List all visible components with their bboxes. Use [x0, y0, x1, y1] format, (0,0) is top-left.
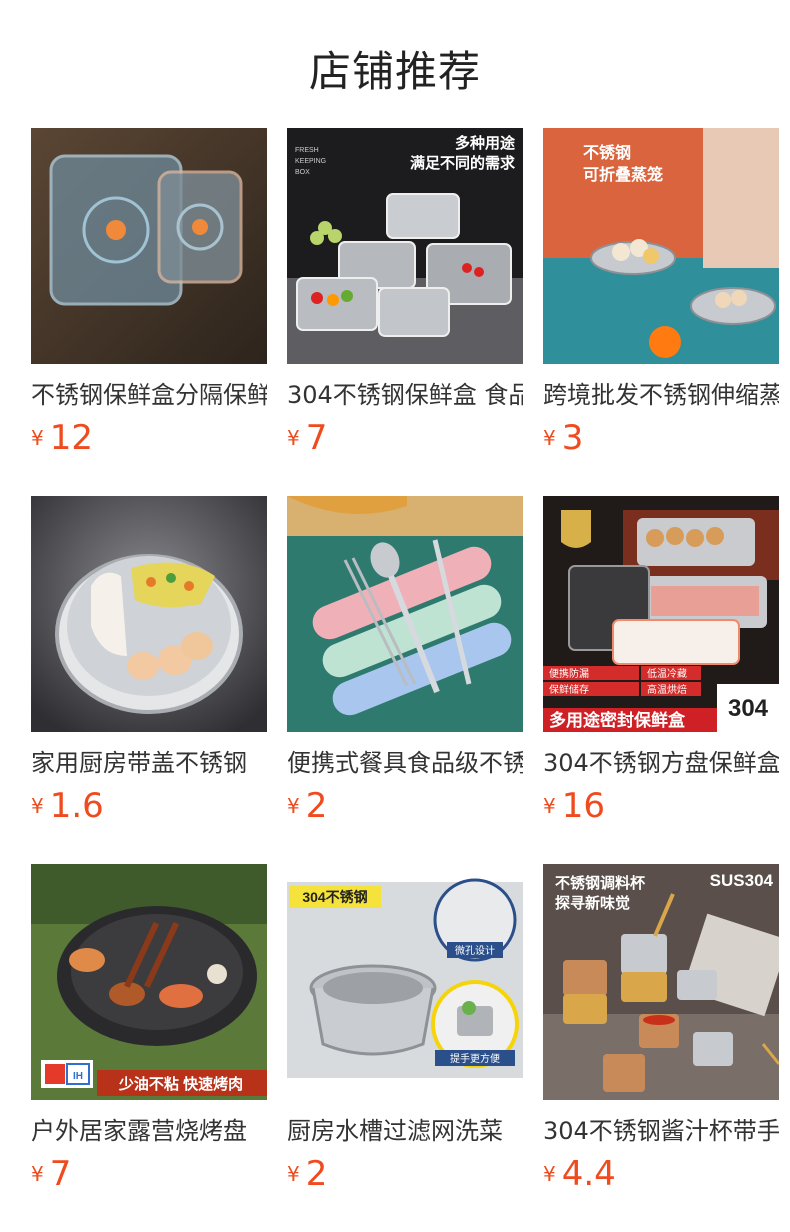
product-card[interactable]: 便携防漏 低温冷藏 保鲜储存 高温烘焙 多用途密封保鲜盒 304 304不锈钢方… [543, 496, 779, 836]
section-title: 店铺推荐 [308, 47, 481, 96]
image-caption: 保鲜储存 [549, 683, 589, 696]
image-caption: FRESH [295, 147, 319, 154]
product-price: ¥7 [287, 418, 523, 458]
image-caption: 探寻新味觉 [555, 894, 630, 912]
image-caption: IH [73, 1071, 83, 1082]
product-image[interactable]: IH 少油不粘 快速烤肉 [31, 864, 267, 1100]
product-price: ¥7 [31, 1154, 267, 1194]
image-caption: 微孔设计 [455, 944, 495, 957]
product-price: ¥12 [31, 418, 267, 458]
product-name[interactable]: 厨房水槽过滤网洗菜 [287, 1116, 523, 1146]
image-caption: SUS304 [710, 871, 774, 890]
price-value: 7 [49, 1154, 72, 1194]
product-name[interactable]: 304不锈钢酱汁杯带手 [543, 1116, 779, 1146]
image-caption: 可折叠蒸笼 [583, 165, 663, 184]
product-card[interactable]: 不锈钢 可折叠蒸笼 跨境批发不锈钢伸缩蒸 ¥3 [543, 128, 779, 468]
product-image[interactable]: 不锈钢 可折叠蒸笼 [543, 128, 779, 364]
product-name[interactable]: 304不锈钢保鲜盒 食品 [287, 380, 523, 410]
currency-symbol: ¥ [31, 426, 44, 450]
product-card[interactable]: 不锈钢调料杯 探寻新味觉 SUS304 304不锈钢酱汁杯带手 ¥ 4.4 [543, 864, 779, 1204]
product-image[interactable]: FRESH KEEPING BOX 多种用途 满足不同的需求 [287, 128, 523, 364]
image-caption: BOX [295, 169, 310, 176]
product-name[interactable]: 便携式餐具食品级不锈 [287, 748, 523, 778]
price-value: 3 [561, 418, 584, 458]
product-image[interactable] [287, 496, 523, 732]
product-name[interactable]: 304不锈钢方盘保鲜盒 [543, 748, 779, 778]
image-caption: 低温冷藏 [647, 667, 687, 680]
product-price: ¥2 [287, 1154, 523, 1194]
product-image[interactable] [31, 128, 267, 364]
currency-symbol: ¥ [543, 1162, 556, 1186]
price-value: 16 [561, 786, 605, 826]
image-caption: 满足不同的需求 [410, 154, 516, 172]
product-price: ¥16 [543, 786, 779, 826]
image-caption: 少油不粘 快速烤肉 [118, 1075, 243, 1093]
price-value: 1.6 [49, 786, 104, 826]
product-card[interactable]: 不锈钢保鲜盒分隔保鲜 ¥12 [31, 128, 267, 468]
image-caption: 高温烘焙 [647, 683, 687, 696]
image-caption: 不锈钢调料杯 [555, 874, 646, 892]
product-price: ¥3 [543, 418, 779, 458]
image-caption: KEEPING [295, 158, 326, 165]
image-caption: 不锈钢 [583, 143, 631, 162]
product-image[interactable]: 便携防漏 低温冷藏 保鲜储存 高温烘焙 多用途密封保鲜盒 304 [543, 496, 779, 732]
price-value: 12 [49, 418, 93, 458]
image-caption: 便携防漏 [549, 667, 589, 680]
currency-symbol: ¥ [287, 426, 300, 450]
product-card[interactable]: 家用厨房带盖不锈钢 ¥1.6 [31, 496, 267, 836]
currency-symbol: ¥ [543, 794, 556, 818]
price-value: 7 [305, 418, 328, 458]
product-card[interactable]: IH 少油不粘 快速烤肉 户外居家露营烧烤盘 ¥7 [31, 864, 267, 1204]
currency-symbol: ¥ [543, 426, 556, 450]
image-caption: 304不锈钢 [302, 889, 367, 905]
product-name[interactable]: 家用厨房带盖不锈钢 [31, 748, 267, 778]
currency-symbol: ¥ [287, 1162, 300, 1186]
product-price: ¥2 [287, 786, 523, 826]
price-value: 2 [305, 786, 328, 826]
image-caption: 提手更方便 [450, 1052, 500, 1065]
product-price: ¥4.4 [543, 1154, 779, 1194]
product-image[interactable] [31, 496, 267, 732]
image-caption: 304 [728, 695, 769, 722]
image-caption: 多用途密封保鲜盒 [549, 710, 686, 730]
price-value: 4.4 [561, 1154, 616, 1194]
product-image[interactable]: 304不锈钢 微孔设计 提手更方便 [287, 864, 523, 1100]
product-name[interactable]: 不锈钢保鲜盒分隔保鲜 [31, 380, 267, 410]
product-card[interactable]: 便携式餐具食品级不锈 ¥2 [287, 496, 523, 836]
product-card[interactable]: 304不锈钢 微孔设计 提手更方便 厨房水槽过滤网洗菜 ¥2 [287, 864, 523, 1204]
shop-recommend-page: 店铺推荐 不锈钢保鲜盒分隔保鲜 ¥12 FRESH KEEPING BOX 多种… [0, 0, 790, 1232]
currency-symbol: ¥ [31, 1162, 44, 1186]
currency-symbol: ¥ [287, 794, 300, 818]
price-value: 2 [305, 1154, 328, 1194]
product-image[interactable]: 不锈钢调料杯 探寻新味觉 SUS304 [543, 864, 779, 1100]
product-card[interactable]: FRESH KEEPING BOX 多种用途 满足不同的需求 304不锈钢保鲜盒… [287, 128, 523, 468]
currency-symbol: ¥ [31, 794, 44, 818]
image-caption: 多种用途 [455, 134, 516, 152]
product-price: ¥1.6 [31, 786, 267, 826]
product-name[interactable]: 户外居家露营烧烤盘 [31, 1116, 267, 1146]
product-name[interactable]: 跨境批发不锈钢伸缩蒸 [543, 380, 779, 410]
